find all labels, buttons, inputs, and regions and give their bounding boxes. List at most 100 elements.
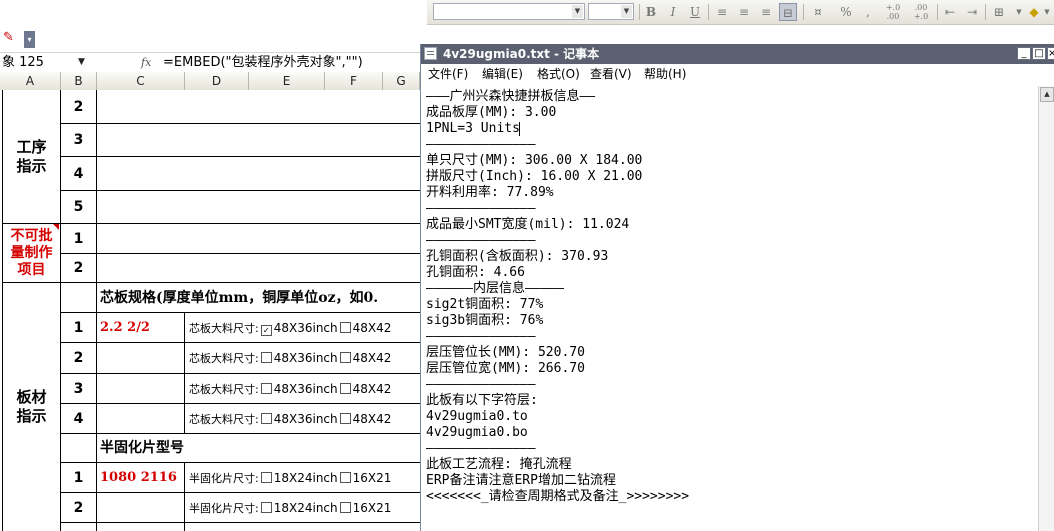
column-header-e[interactable]: E — [249, 72, 325, 90]
checkbox[interactable] — [260, 472, 272, 483]
checkbox[interactable] — [339, 322, 351, 333]
prepreg-header: 半固化片型号 — [97, 434, 420, 463]
blank-cell[interactable] — [61, 283, 97, 313]
checkbox[interactable] — [339, 472, 351, 483]
row-number[interactable]: 5 — [61, 191, 97, 224]
comma-button[interactable]: , — [859, 3, 877, 21]
row-number[interactable]: 2 — [61, 493, 97, 523]
prepreg-value-cell[interactable]: 1080 2116 — [97, 463, 185, 493]
checkbox[interactable] — [339, 352, 351, 363]
decrease-decimal-button[interactable]: .00 +.0 — [909, 3, 933, 21]
toolbar-divider — [708, 4, 709, 20]
menu-file[interactable]: 文件(F) — [428, 64, 468, 85]
percent-button[interactable]: % — [837, 3, 855, 21]
chevron-down-icon[interactable]: ▼ — [572, 5, 583, 18]
close-button[interactable]: × — [1047, 47, 1054, 60]
menu-help[interactable]: 帮助(H) — [644, 64, 686, 85]
row-number[interactable]: 2 — [61, 90, 97, 124]
chevron-down-icon[interactable]: ▼ — [78, 54, 85, 71]
prepreg-size-label: 半固化片尺寸: — [189, 472, 259, 485]
minimize-button[interactable]: _ — [1017, 47, 1031, 60]
spreadsheet-grid[interactable]: 工序指示 2 3 4 5 不可批量制作项目 1 2 板材指示 芯板规格(厚度单位… — [0, 90, 420, 531]
italic-button[interactable]: I — [664, 3, 682, 21]
prepreg-opt1: 18X24inch — [273, 471, 338, 485]
notepad-titlebar[interactable]: 4v29ugmia0.txt - 记事本 _ □ × — [421, 44, 1054, 64]
core-size-row: 芯板大料尺寸: 48X36inch 48X42 — [185, 374, 420, 404]
column-header-g[interactable]: G — [383, 72, 420, 90]
row-number[interactable]: 2 — [61, 343, 97, 374]
align-right-icon[interactable]: ≡ — [757, 3, 775, 21]
core-value-cell[interactable] — [97, 374, 185, 404]
no-batch-cell[interactable] — [97, 254, 420, 283]
checkbox[interactable] — [260, 413, 272, 424]
row-number[interactable]: 1 — [61, 463, 97, 493]
blank-cell[interactable] — [61, 434, 97, 463]
vertical-scrollbar[interactable]: ▲ — [1038, 86, 1054, 531]
column-header-d[interactable]: D — [185, 72, 249, 90]
merge-center-icon[interactable]: ⊟ — [779, 3, 797, 21]
blank-cell[interactable] — [185, 523, 420, 531]
font-name-combo[interactable]: ▼ — [433, 3, 585, 20]
chevron-down-icon[interactable]: ▼ — [1041, 3, 1053, 21]
menu-edit[interactable]: 编辑(E) — [482, 64, 523, 85]
checkbox-checked[interactable]: ✓ — [260, 325, 272, 336]
maximize-button[interactable]: □ — [1032, 47, 1046, 60]
toolbar-options-icon[interactable]: ▾ — [24, 31, 35, 48]
prepreg-value-cell[interactable] — [97, 493, 185, 523]
checkbox[interactable] — [260, 352, 272, 363]
checkbox[interactable] — [260, 502, 272, 513]
process-cell[interactable] — [97, 90, 420, 124]
notepad-app-icon[interactable] — [424, 47, 437, 60]
decrease-indent-icon[interactable]: ⇤ — [941, 3, 959, 21]
increase-decimal-button[interactable]: +.0 .00 — [881, 3, 905, 21]
comment-indicator-icon[interactable] — [53, 224, 59, 230]
checkbox[interactable] — [339, 383, 351, 394]
formula-input[interactable]: =EMBED("包装程序外壳对象","") — [163, 54, 363, 71]
text-line: 1PNL=3 Units — [426, 121, 520, 136]
notepad-window[interactable]: 4v29ugmia0.txt - 记事本 _ □ × 文件(F) 编辑(E) 格… — [420, 44, 1054, 531]
row-number[interactable]: 1 — [61, 224, 97, 254]
checkbox[interactable] — [339, 413, 351, 424]
align-left-icon[interactable]: ≡ — [713, 3, 731, 21]
row-number[interactable]: 3 — [61, 124, 97, 157]
column-header-b[interactable]: B — [61, 72, 97, 90]
row-number[interactable]: 4 — [61, 157, 97, 191]
currency-icon[interactable]: ¤ — [809, 3, 827, 21]
blank-cell[interactable] — [97, 523, 185, 531]
bold-button[interactable]: B — [642, 3, 660, 21]
core-value-cell[interactable] — [97, 343, 185, 374]
notepad-text-area[interactable]: ———广州兴森快捷拼板信息—— 成品板厚(MM): 3.00 1PNL=3 Un… — [423, 86, 1035, 531]
checkbox[interactable] — [339, 502, 351, 513]
document-icon[interactable]: ✎ — [3, 29, 18, 46]
blank-cell[interactable] — [61, 523, 97, 531]
core-value-cell[interactable]: 2.2 2/2 — [97, 313, 185, 343]
column-header-f[interactable]: F — [325, 72, 383, 90]
menu-view[interactable]: 查看(V) — [590, 64, 632, 85]
increase-indent-icon[interactable]: ⇥ — [963, 3, 981, 21]
name-box[interactable]: 象 125 — [0, 54, 90, 71]
chevron-down-icon[interactable]: ▼ — [621, 5, 632, 18]
align-center-icon[interactable]: ≡ — [735, 3, 753, 21]
scroll-up-icon[interactable]: ▲ — [1040, 87, 1054, 102]
row-number[interactable]: 1 — [61, 313, 97, 343]
fx-icon[interactable]: fx — [141, 53, 151, 72]
core-size-label: 芯板大料尺寸: — [189, 322, 259, 335]
section-no-batch: 不可批量制作项目 — [3, 224, 61, 283]
underline-button[interactable]: U — [686, 3, 704, 21]
row-number[interactable]: 3 — [61, 374, 97, 404]
formatting-toolbar: ▼ ▼ B I U ≡ ≡ ≡ ⊟ ¤ % , +.0 .00 .00 +.0 … — [427, 0, 1054, 25]
process-cell[interactable] — [97, 191, 420, 224]
text-line: 拼版尺寸(Inch): 16.00 X 21.00 — [426, 169, 643, 184]
checkbox[interactable] — [260, 383, 272, 394]
column-header-a[interactable]: A — [0, 72, 61, 90]
row-number[interactable]: 4 — [61, 404, 97, 434]
no-batch-cell[interactable] — [97, 224, 420, 254]
menu-format[interactable]: 格式(O) — [537, 64, 580, 85]
column-header-c[interactable]: C — [97, 72, 185, 90]
font-size-combo[interactable]: ▼ — [588, 3, 634, 20]
process-cell[interactable] — [97, 124, 420, 157]
borders-icon[interactable]: ⊞ — [990, 3, 1008, 21]
process-cell[interactable] — [97, 157, 420, 191]
core-value-cell[interactable] — [97, 404, 185, 434]
row-number[interactable]: 2 — [61, 254, 97, 283]
